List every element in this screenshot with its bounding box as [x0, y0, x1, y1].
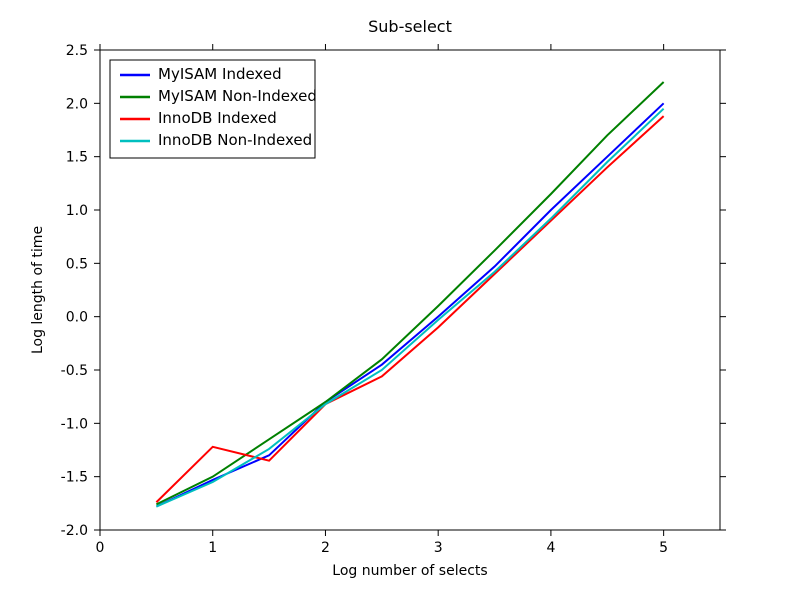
- x-axis-label: Log number of selects: [332, 563, 487, 579]
- series-line: [156, 109, 663, 507]
- y-tick-label: 2.5: [66, 43, 88, 59]
- legend-label: InnoDB Non-Indexed: [158, 131, 312, 149]
- y-tick-label: 1.5: [66, 150, 88, 166]
- chart-title: Sub-select: [368, 17, 452, 36]
- x-tick-label: 5: [659, 540, 668, 556]
- x-tick-label: 0: [96, 540, 105, 556]
- chart-container: 0 1 2 3 4 5 -2.0 -1.5 -1.0 -0.5 0.0 0.5 1.0 1.5 2.0 2.5…: [0, 0, 800, 597]
- y-tick-label: 0.5: [66, 256, 88, 272]
- y-tick-label: -0.5: [61, 363, 88, 379]
- y-tick-label: 1.0: [66, 203, 88, 219]
- x-tick-label: 1: [208, 540, 217, 556]
- x-tick-label: 3: [434, 540, 443, 556]
- x-tick-label: 4: [546, 540, 555, 556]
- line-chart: 0 1 2 3 4 5 -2.0 -1.5 -1.0 -0.5 0.0 0.5 1.0 1.5 2.0 2.5…: [0, 0, 800, 597]
- y-tick-label: 0.0: [66, 310, 88, 326]
- y-tick-label: -2.0: [61, 523, 88, 539]
- legend-label: MyISAM Non-Indexed: [158, 87, 317, 105]
- series-line: [156, 103, 663, 506]
- y-tick-label: -1.0: [61, 416, 88, 432]
- x-tick-label: 2: [321, 540, 330, 556]
- legend-label: MyISAM Indexed: [158, 65, 282, 83]
- legend-label: InnoDB Indexed: [158, 109, 277, 127]
- y-tick-label: 2.0: [66, 96, 88, 112]
- y-tick-label: -1.5: [61, 470, 88, 486]
- y-axis-label: Log length of time: [30, 226, 46, 354]
